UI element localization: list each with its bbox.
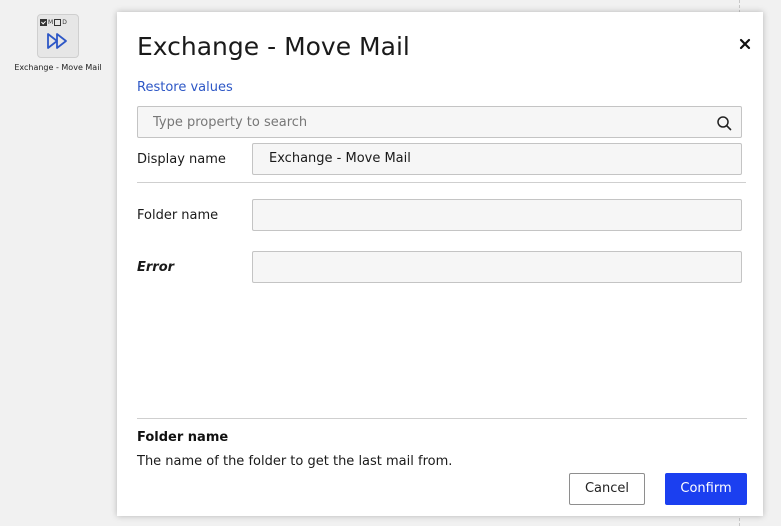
badge-m: M	[48, 19, 54, 26]
checked-checkbox-icon[interactable]	[40, 19, 47, 26]
node-label: Exchange - Move Mail	[14, 63, 102, 72]
cancel-button[interactable]: Cancel	[569, 473, 645, 505]
display-name-label: Display name	[137, 152, 226, 167]
folder-name-label: Folder name	[137, 208, 219, 223]
workflow-node[interactable]: M D Exchange - Move Mail	[10, 14, 106, 72]
fast-forward-icon	[47, 33, 67, 49]
search-input[interactable]	[138, 107, 693, 137]
divider	[137, 182, 746, 183]
node-tile[interactable]: M D	[37, 14, 79, 58]
help-title: Folder name	[137, 430, 229, 445]
confirm-button[interactable]: Confirm	[665, 473, 747, 505]
error-field[interactable]	[252, 251, 742, 283]
node-badges: M D	[40, 18, 67, 27]
properties-dialog: Exchange - Move Mail Restore values Disp…	[117, 12, 763, 516]
help-divider	[137, 418, 747, 419]
help-text: The name of the folder to get the last m…	[137, 454, 453, 469]
property-search	[137, 106, 742, 138]
search-icon[interactable]	[716, 115, 732, 131]
restore-values-link[interactable]: Restore values	[137, 80, 233, 95]
display-name-field[interactable]: Exchange - Move Mail	[252, 143, 742, 175]
close-icon[interactable]	[737, 36, 753, 52]
badge-d: D	[62, 19, 67, 26]
unchecked-checkbox-icon[interactable]	[54, 19, 62, 26]
dialog-title: Exchange - Move Mail	[137, 32, 410, 61]
error-label: Error	[137, 260, 175, 275]
folder-name-field[interactable]	[252, 199, 742, 231]
